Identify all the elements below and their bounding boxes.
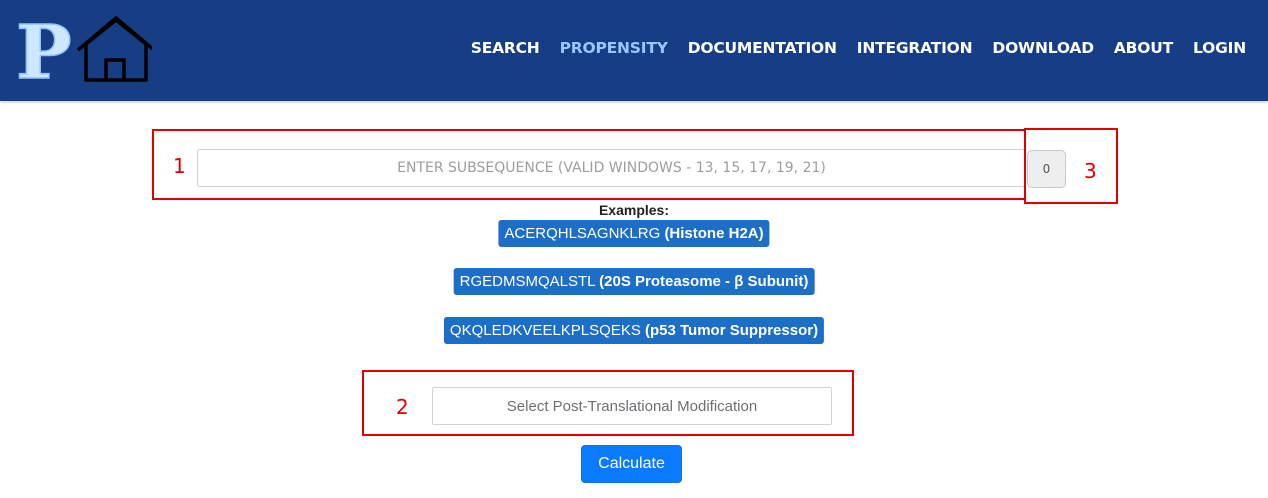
nav-download[interactable]: DOWNLOAD <box>992 37 1094 59</box>
example-sequence: RGEDMSMQALSTL <box>459 273 595 290</box>
example-protein-name: (p53 Tumor Suppressor) <box>645 322 819 339</box>
example-p53[interactable]: QKQLEDKVEELKPLSQEKS (p53 Tumor Suppresso… <box>443 317 825 344</box>
example-sequence: ACERQHLSAGNKLRG <box>504 225 661 242</box>
example-sequence: QKQLEDKVEELKPLSQEKS <box>449 322 641 339</box>
logo-house-icon[interactable]: P <box>14 12 152 84</box>
annotation-label-2: 2 <box>396 395 409 419</box>
nav-search[interactable]: SEARCH <box>471 37 540 59</box>
logo-letter: P <box>16 12 72 84</box>
annotation-label-3: 3 <box>1084 159 1097 183</box>
nav-login[interactable]: LOGIN <box>1193 37 1246 59</box>
top-navbar: P SEARCH PROPENSITY DOCUMENTATION INTEGR… <box>0 0 1268 101</box>
nav-documentation[interactable]: DOCUMENTATION <box>688 37 837 59</box>
nav-integration[interactable]: INTEGRATION <box>857 37 973 59</box>
nav-propensity[interactable]: PROPENSITY <box>560 37 668 59</box>
example-protein-name: (Histone H2A) <box>664 225 764 242</box>
ptm-select[interactable]: Select Post-Translational Modification <box>432 387 832 425</box>
nav-links: SEARCH PROPENSITY DOCUMENTATION INTEGRAT… <box>471 37 1246 59</box>
nav-about[interactable]: ABOUT <box>1114 37 1173 59</box>
example-protein-name: (20S Proteasome - β Subunit) <box>599 273 809 290</box>
examples-heading: Examples: <box>598 202 670 218</box>
annotation-label-1: 1 <box>173 154 186 178</box>
example-20s-proteasome[interactable]: RGEDMSMQALSTL (20S Proteasome - β Subuni… <box>453 268 815 295</box>
example-histone-h2a[interactable]: ACERQHLSAGNKLRG (Histone H2A) <box>498 220 770 247</box>
subsequence-input[interactable] <box>197 149 1026 187</box>
character-count-button[interactable]: 0 <box>1027 150 1066 188</box>
calculate-button[interactable]: Calculate <box>581 445 682 483</box>
